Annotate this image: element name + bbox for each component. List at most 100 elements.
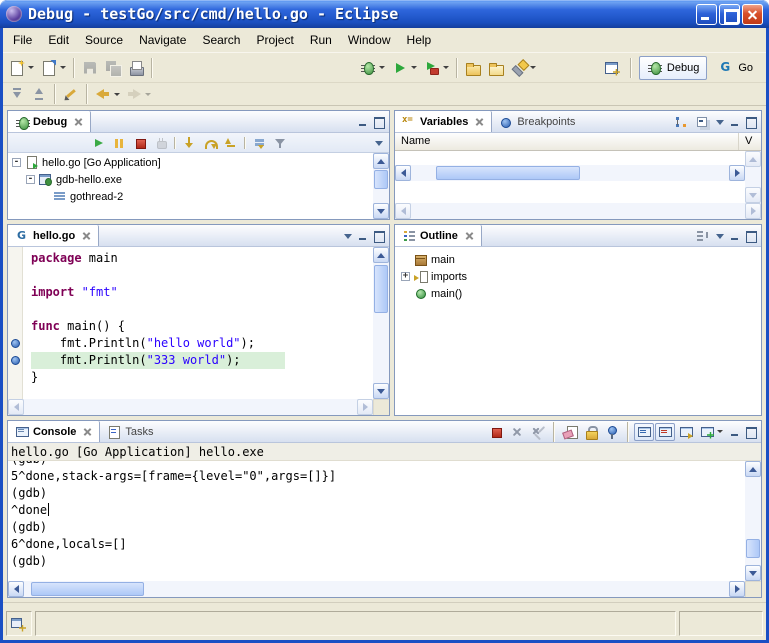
- tab-hello-go[interactable]: hello.go: [8, 225, 99, 246]
- maximize-view-icon[interactable]: [744, 116, 758, 128]
- scrollbar-thumb[interactable]: [31, 582, 144, 596]
- maximize-view-icon[interactable]: [744, 230, 758, 242]
- debug-tree-item[interactable]: gothread-2: [8, 188, 373, 205]
- breakpoint-marker[interactable]: [11, 339, 20, 348]
- open-folder-button[interactable]: [462, 56, 484, 80]
- scrollbar-track[interactable]: [373, 169, 389, 203]
- variables-hscrollbar[interactable]: [395, 165, 745, 181]
- editor-hscrollbar[interactable]: [8, 399, 373, 415]
- close-tab-icon[interactable]: [74, 117, 83, 126]
- console-vscrollbar[interactable]: [745, 461, 761, 581]
- close-tab-icon[interactable]: [465, 231, 474, 240]
- forward-button[interactable]: [123, 84, 154, 104]
- column-value[interactable]: V: [739, 133, 761, 150]
- variables-detail-pane[interactable]: [395, 181, 745, 203]
- fast-view-button[interactable]: [6, 611, 32, 636]
- previous-annotation-button[interactable]: [28, 84, 50, 104]
- suspend-button[interactable]: [109, 134, 129, 152]
- minimize-view-icon[interactable]: [356, 230, 370, 242]
- column-name[interactable]: Name: [395, 133, 739, 150]
- tree-expander-icon[interactable]: -: [26, 175, 35, 184]
- scrollbar-track[interactable]: [411, 165, 729, 181]
- scroll-down-arrow[interactable]: [373, 203, 389, 219]
- scroll-down-arrow[interactable]: [373, 383, 389, 399]
- debug-tree-item[interactable]: -gdb-hello.exe: [8, 171, 373, 188]
- scroll-right-arrow[interactable]: [357, 399, 373, 415]
- scrollbar-thumb[interactable]: [374, 170, 388, 189]
- terminate-button[interactable]: [130, 134, 150, 152]
- print-button[interactable]: [125, 56, 147, 80]
- scroll-down-arrow[interactable]: [745, 565, 761, 581]
- view-menu-icon[interactable]: [373, 137, 385, 149]
- scrollbar-thumb[interactable]: [374, 265, 388, 313]
- menu-run[interactable]: Run: [302, 30, 340, 50]
- variables-detail-hscrollbar[interactable]: [395, 203, 761, 219]
- display-selected-console-button[interactable]: [676, 423, 696, 441]
- view-menu-icon[interactable]: [342, 230, 354, 242]
- new-file-button[interactable]: [38, 56, 69, 80]
- scrollbar-track[interactable]: [373, 263, 389, 383]
- tab-console[interactable]: Console: [8, 421, 100, 442]
- scroll-up-arrow[interactable]: [745, 461, 761, 477]
- menu-window[interactable]: Window: [340, 30, 399, 50]
- back-button[interactable]: [92, 84, 123, 104]
- maximize-button[interactable]: [719, 4, 740, 25]
- remove-all-terminated-button[interactable]: [528, 423, 548, 441]
- scroll-up-arrow[interactable]: [373, 247, 389, 263]
- tree-expander-icon[interactable]: -: [12, 158, 21, 167]
- menu-edit[interactable]: Edit: [40, 30, 77, 50]
- variables-vscrollbar[interactable]: [745, 151, 761, 203]
- debug-scrollbar[interactable]: [373, 153, 389, 219]
- variables-tree[interactable]: [395, 151, 745, 165]
- clear-console-button[interactable]: [560, 423, 580, 441]
- new-wizard-button[interactable]: [6, 56, 37, 80]
- close-tab-icon[interactable]: [83, 427, 92, 436]
- perspective-button-go[interactable]: Go: [710, 56, 761, 80]
- scrollbar-track[interactable]: [745, 477, 761, 565]
- scrollbar-thumb[interactable]: [746, 539, 760, 558]
- show-logical-structures-button[interactable]: [671, 113, 691, 131]
- collapse-all-button[interactable]: [692, 113, 712, 131]
- close-tab-icon[interactable]: [475, 117, 484, 126]
- scrollbar-thumb[interactable]: [436, 166, 579, 180]
- menu-navigate[interactable]: Navigate: [131, 30, 194, 50]
- scroll-lock-button[interactable]: [581, 423, 601, 441]
- minimize-view-icon[interactable]: [728, 116, 742, 128]
- scrollbar-track[interactable]: [411, 203, 745, 219]
- last-edit-location-button[interactable]: [60, 84, 82, 104]
- save-button[interactable]: [79, 56, 101, 80]
- next-annotation-button[interactable]: [6, 84, 28, 104]
- breakpoint-marker[interactable]: [11, 356, 20, 365]
- tree-expander-icon[interactable]: +: [401, 272, 410, 281]
- editor-vscrollbar[interactable]: [373, 247, 389, 399]
- search-button[interactable]: [508, 56, 539, 80]
- menu-file[interactable]: File: [5, 30, 40, 50]
- use-step-filters-button[interactable]: [270, 134, 290, 152]
- editor-code[interactable]: package mainimport "fmt"func main() { fm…: [23, 247, 373, 399]
- scroll-up-arrow[interactable]: [373, 153, 389, 169]
- sort-button[interactable]: [692, 227, 712, 245]
- menu-project[interactable]: Project: [248, 30, 301, 50]
- outline-item[interactable]: +imports: [401, 268, 761, 285]
- outline-item[interactable]: main: [401, 251, 761, 268]
- tab-variables[interactable]: Variables: [395, 111, 492, 132]
- view-menu-icon[interactable]: [714, 230, 726, 242]
- scrollbar-track[interactable]: [24, 399, 357, 415]
- remove-launch-button[interactable]: [507, 423, 527, 441]
- close-button[interactable]: [742, 4, 763, 25]
- open-file-button[interactable]: [485, 56, 507, 80]
- scroll-right-arrow[interactable]: [729, 165, 745, 181]
- scroll-right-arrow[interactable]: [745, 203, 761, 219]
- tab-breakpoints[interactable]: Breakpoints: [492, 111, 582, 132]
- scrollbar-track[interactable]: [745, 167, 761, 187]
- drop-to-frame-button[interactable]: [249, 134, 269, 152]
- maximize-view-icon[interactable]: [744, 426, 758, 438]
- resume-button[interactable]: [88, 134, 108, 152]
- scroll-left-arrow[interactable]: [8, 581, 24, 597]
- tab-outline[interactable]: Outline: [395, 225, 482, 246]
- maximize-view-icon[interactable]: [372, 116, 386, 128]
- step-over-button[interactable]: [200, 134, 220, 152]
- scroll-left-arrow[interactable]: [8, 399, 24, 415]
- scroll-left-arrow[interactable]: [395, 203, 411, 219]
- scrollbar-track[interactable]: [24, 581, 729, 597]
